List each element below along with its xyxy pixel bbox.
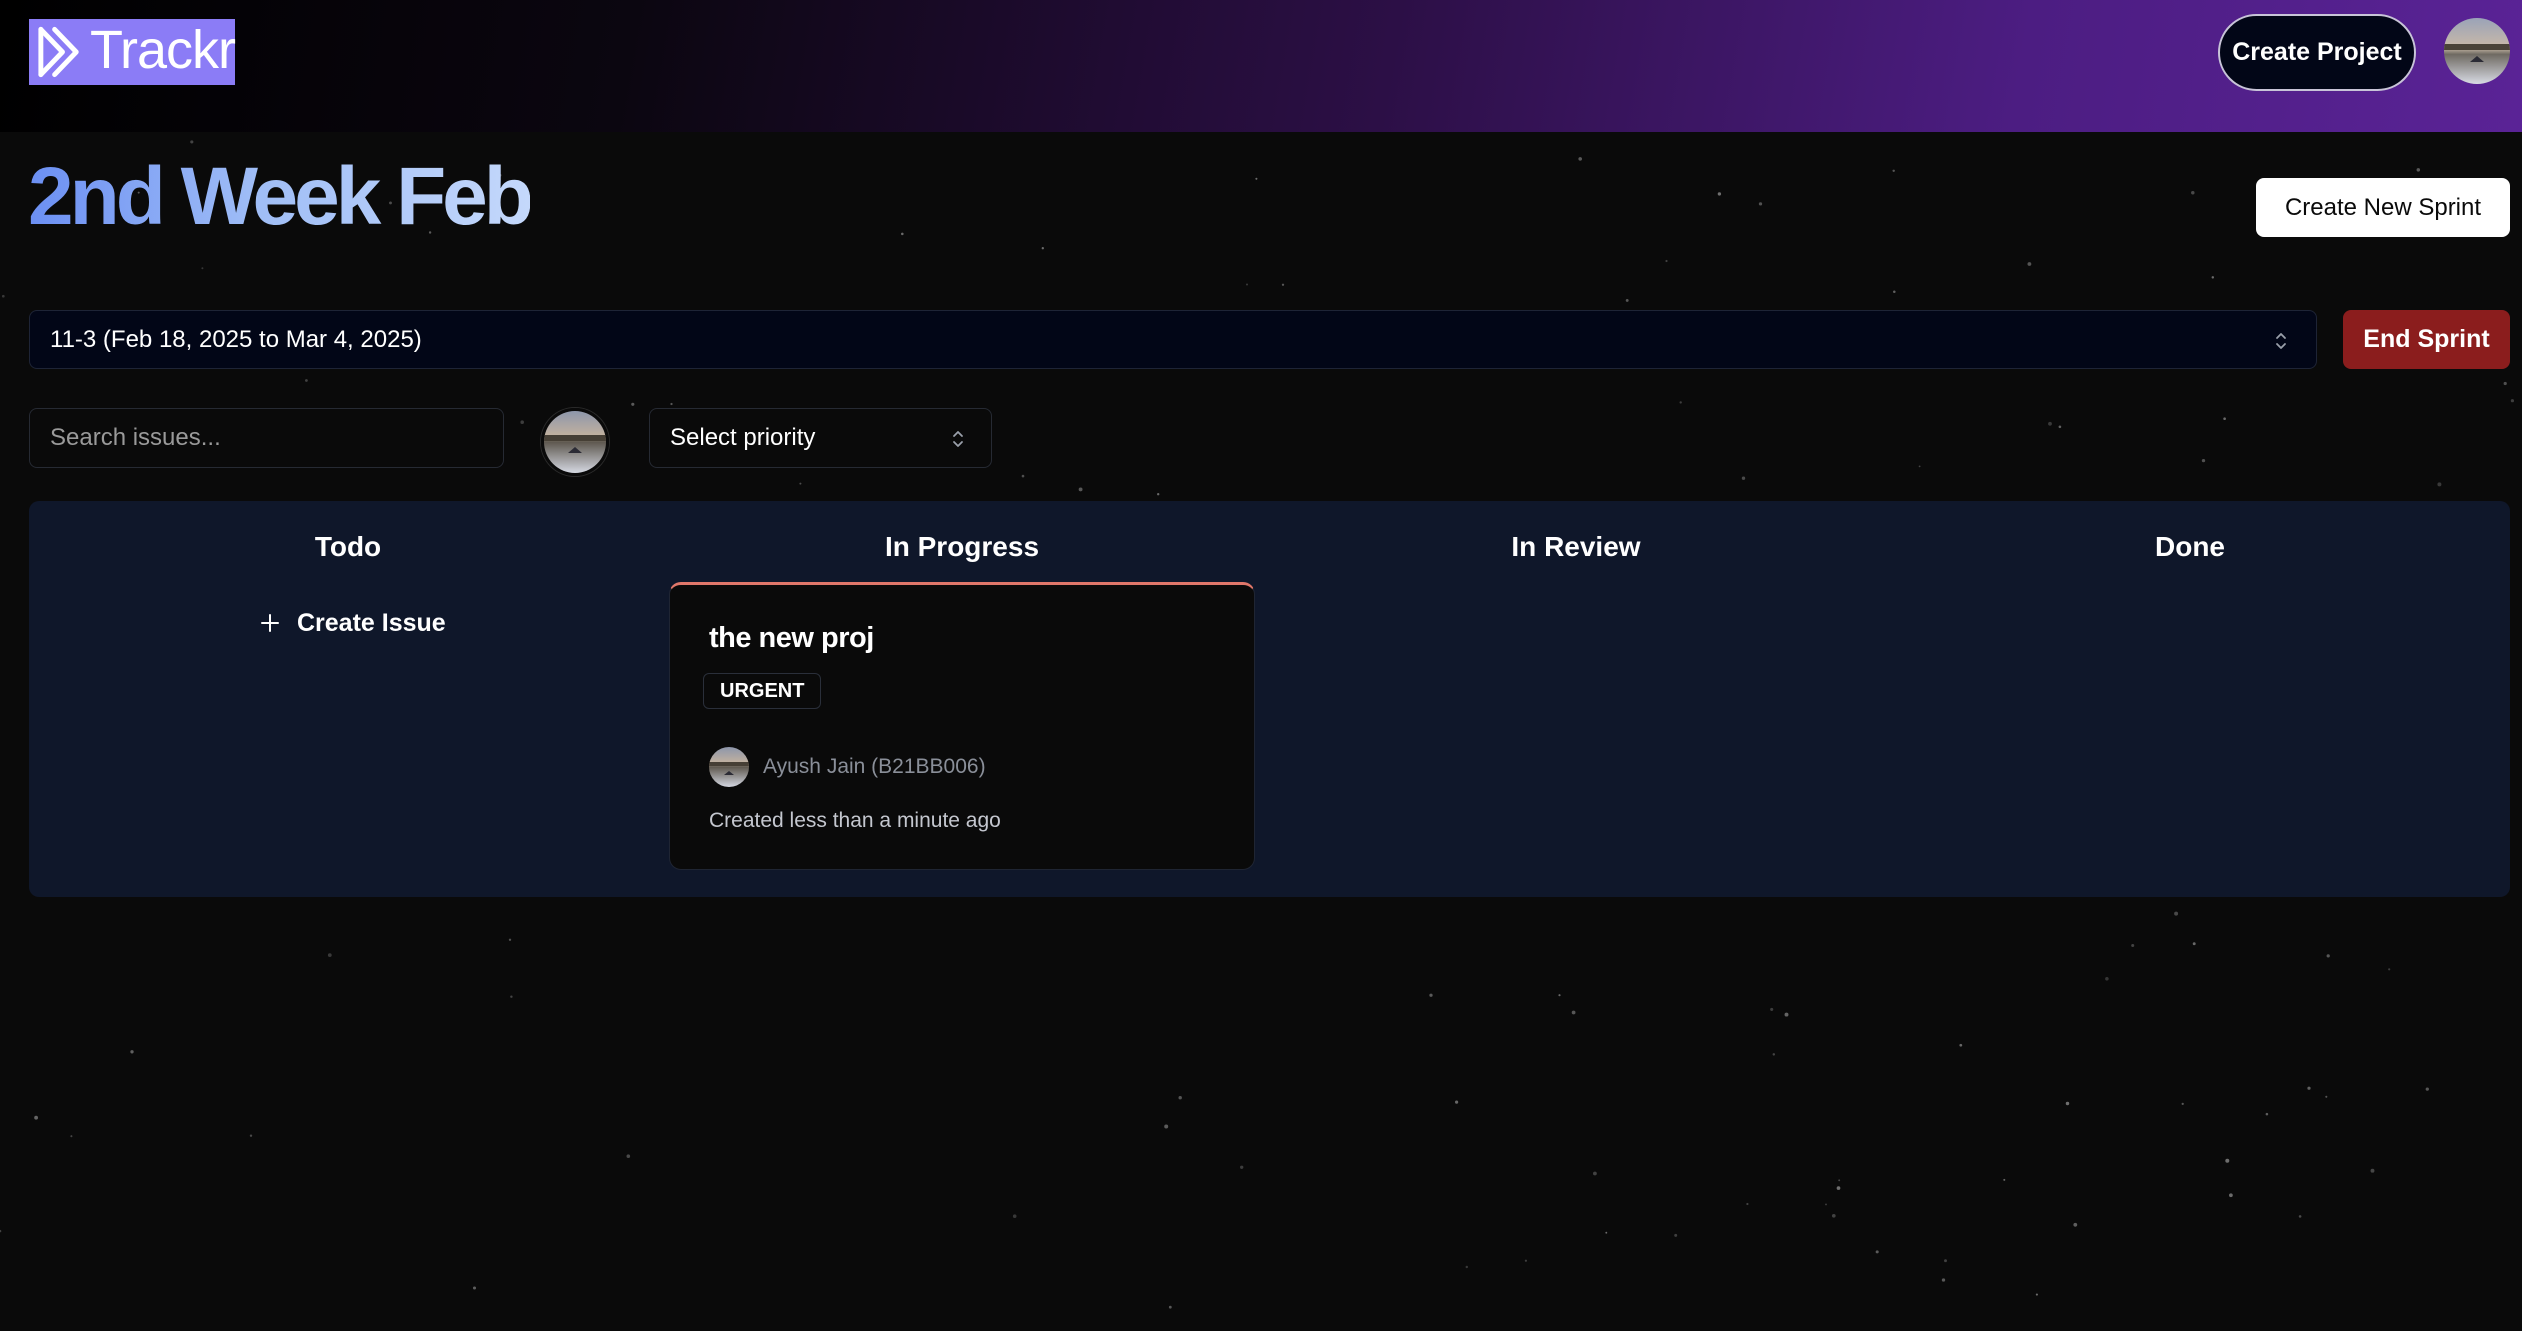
create-new-sprint-button[interactable]: Create New Sprint <box>2256 178 2510 237</box>
top-navbar: Trackr Create Project <box>0 0 2522 132</box>
user-avatar-icon <box>2444 18 2510 84</box>
column-title-todo: Todo <box>314 531 382 562</box>
create-project-button[interactable]: Create Project <box>2218 14 2416 91</box>
create-issue-label: Create Issue <box>297 608 446 637</box>
app-logo[interactable]: Trackr <box>29 19 236 85</box>
user-avatar-icon <box>709 747 749 787</box>
end-sprint-button[interactable]: End Sprint <box>2343 310 2510 369</box>
column-title-done: Done <box>2155 531 2225 562</box>
column-title-in-review: In Review <box>1511 531 1641 562</box>
assignee-filter-avatar[interactable] <box>541 408 609 476</box>
app-name: Trackr <box>90 20 236 80</box>
create-issue-button[interactable]: Create Issue <box>259 605 446 641</box>
chevron-up-down-icon <box>953 431 963 447</box>
user-avatar[interactable] <box>2444 18 2510 84</box>
issue-created-time: Created less than a minute ago <box>709 809 1001 832</box>
sprint-title: 2nd Week Feb <box>28 151 534 242</box>
priority-select-value: Select priority <box>670 424 816 451</box>
plus-icon <box>261 614 279 632</box>
assignee-avatar <box>709 747 749 787</box>
sprint-select-value: 11-3 (Feb 18, 2025 to Mar 4, 2025) <box>50 325 422 353</box>
search-issues-input[interactable] <box>29 408 504 468</box>
user-avatar-icon <box>544 411 606 473</box>
column-title-in-progress: In Progress <box>884 531 1040 562</box>
priority-badge: URGENT <box>703 673 822 709</box>
priority-select[interactable]: Select priority <box>649 408 992 468</box>
sprint-select[interactable]: 11-3 (Feb 18, 2025 to Mar 4, 2025) <box>29 310 2317 369</box>
trackr-logo-icon <box>38 26 79 78</box>
chevron-up-down-icon <box>2276 333 2286 349</box>
issue-card[interactable]: the new proj URGENT Ayush Jain (B21BB006… <box>669 582 1255 870</box>
assignee-name: Ayush Jain (B21BB006) <box>763 755 986 778</box>
issue-title: the new proj <box>709 622 874 654</box>
kanban-board: Todo In Progress In Review Done Create I… <box>29 501 2510 897</box>
